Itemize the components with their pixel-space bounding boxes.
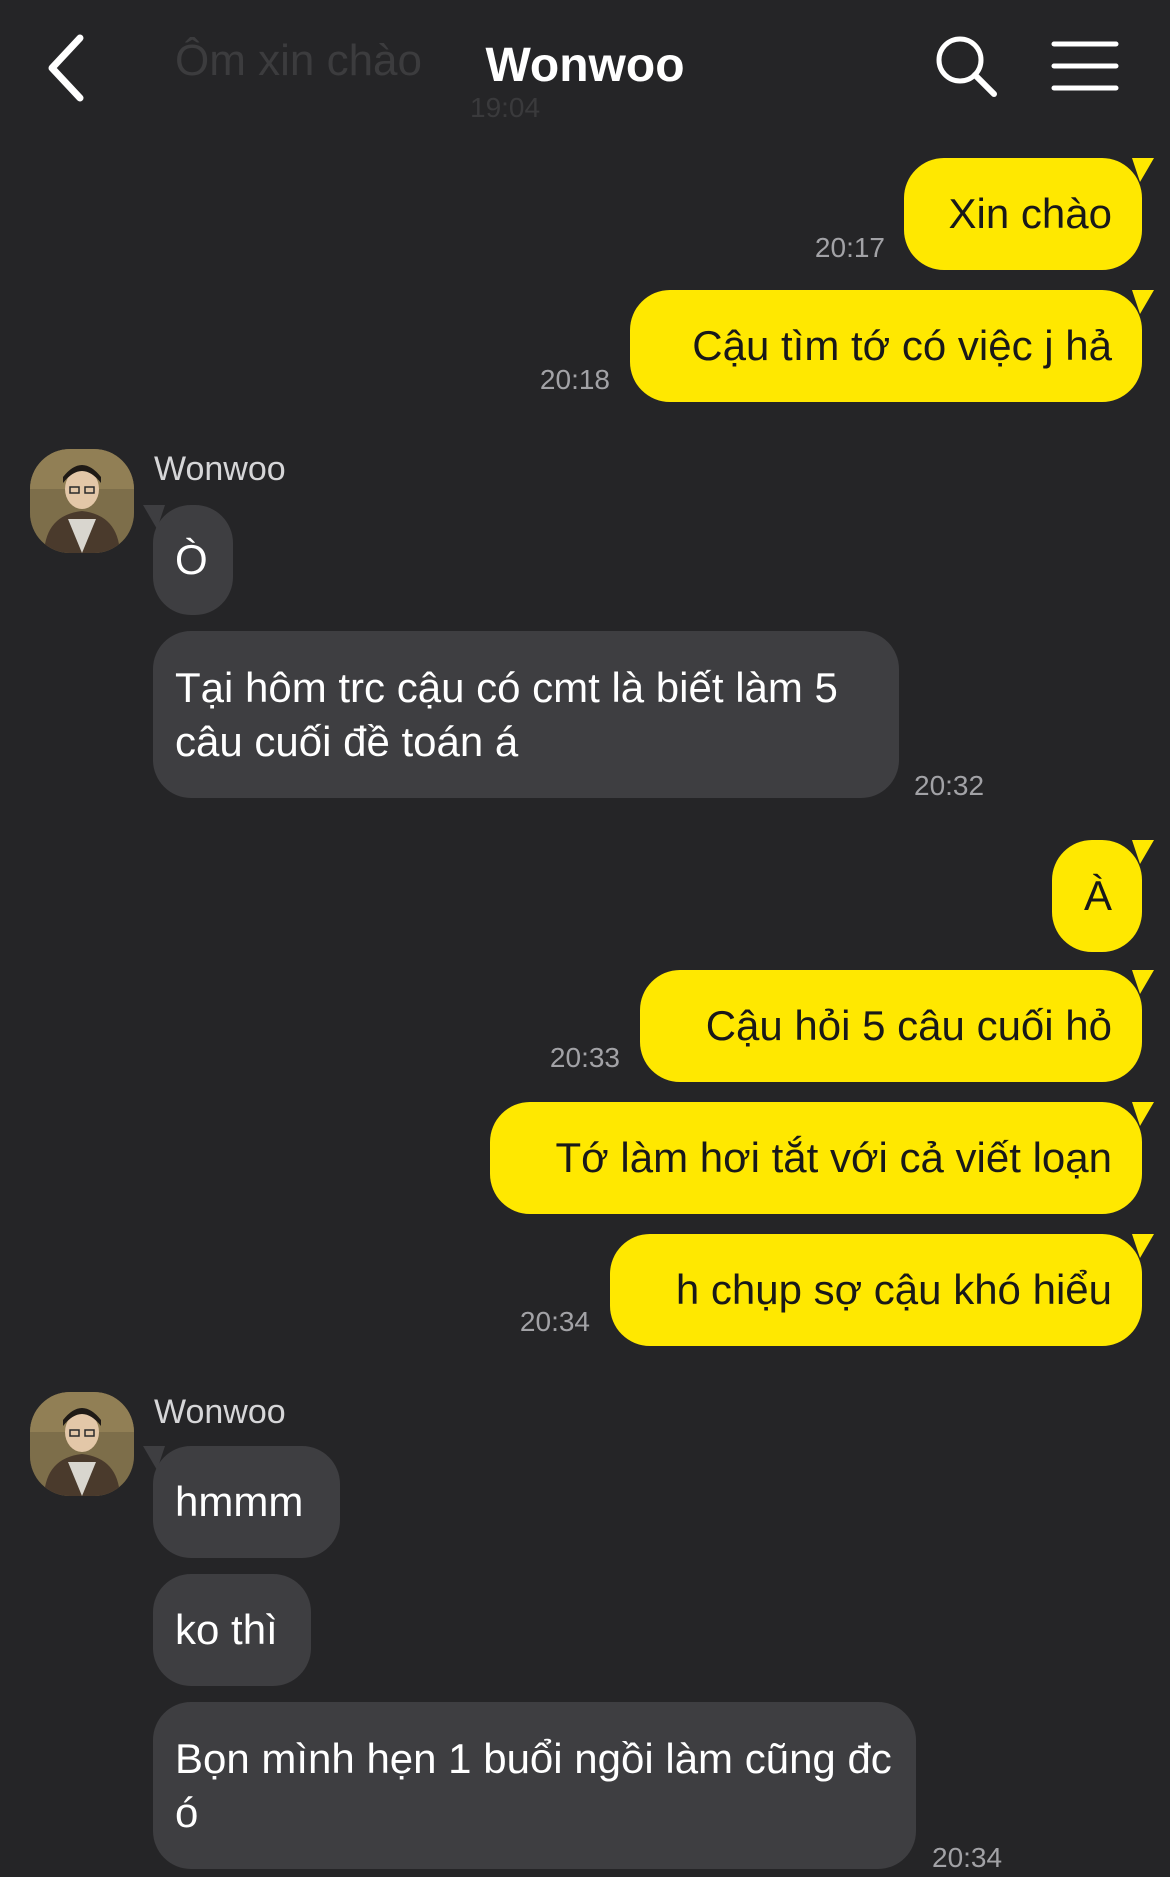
incoming-message-bubble[interactable]: Tại hôm trc cậu có cmt là biết làm 5 câu…: [153, 631, 899, 798]
incoming-message-bubble[interactable]: Bọn mình hẹn 1 buổi ngồi làm cũng đc ó: [153, 1702, 916, 1869]
bubble-tail-icon: [1132, 1234, 1154, 1258]
top-bar: Ôm xin chào 19:04 Wonwoo: [0, 0, 1170, 135]
search-icon: [936, 36, 997, 97]
search-button[interactable]: [930, 30, 1002, 102]
message-time: 20:33: [549, 1042, 620, 1073]
message-time: 20:32: [914, 770, 985, 801]
person-icon: [30, 1392, 134, 1496]
bubble-tail-icon: [1132, 970, 1154, 994]
bubble-tail-icon: [1132, 840, 1154, 864]
message-time: 20:34: [519, 1306, 590, 1337]
incoming-message-bubble[interactable]: ko thì: [153, 1574, 311, 1686]
message-time: 20:17: [814, 232, 885, 263]
sender-name: Wonwoo: [154, 1393, 286, 1431]
sender-name: Wonwoo: [154, 450, 286, 488]
menu-button[interactable]: [1050, 34, 1120, 98]
avatar[interactable]: [30, 1392, 134, 1496]
bubble-tail-icon: [1132, 158, 1154, 182]
outgoing-message-bubble[interactable]: Cậu hỏi 5 câu cuối hỏ: [640, 970, 1142, 1082]
menu-icon: [1051, 41, 1119, 91]
bubble-tail-icon: [1132, 290, 1154, 314]
message-time: 20:18: [539, 364, 610, 395]
outgoing-message-bubble[interactable]: Tớ làm hơi tắt với cả viết loạn: [490, 1102, 1142, 1214]
outgoing-message-bubble[interactable]: Xin chào: [904, 158, 1142, 270]
message-time: 20:34: [932, 1842, 1003, 1873]
bubble-tail-icon: [1132, 1102, 1154, 1126]
person-icon: [30, 449, 134, 553]
outgoing-message-bubble[interactable]: h chụp sợ cậu khó hiểu: [610, 1234, 1142, 1346]
avatar[interactable]: [30, 449, 134, 553]
incoming-message-bubble[interactable]: hmmm: [153, 1446, 340, 1558]
outgoing-message-bubble[interactable]: À: [1052, 840, 1142, 952]
incoming-message-bubble[interactable]: Ò: [153, 505, 233, 615]
outgoing-message-bubble[interactable]: Cậu tìm tớ có việc j hả: [630, 290, 1142, 402]
scrolled-time-ghost: 19:04: [470, 92, 541, 123]
